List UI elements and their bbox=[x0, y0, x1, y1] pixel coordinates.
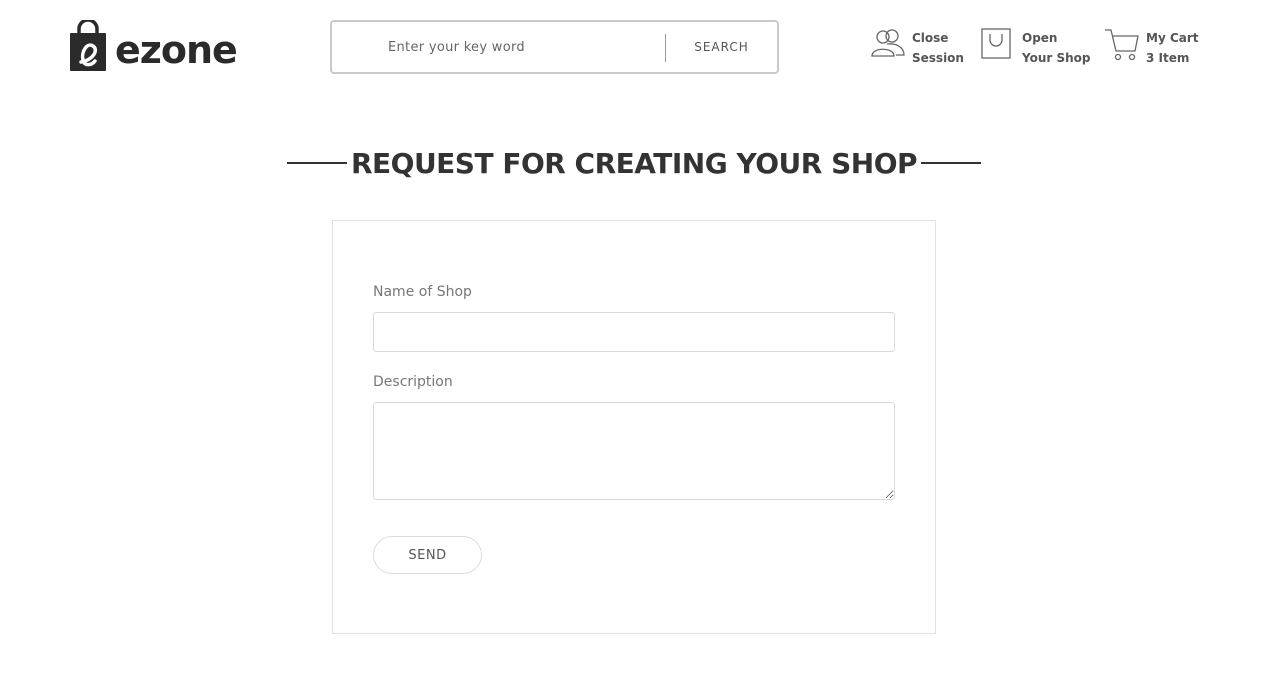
page-title-section: REQUEST FOR CREATING YOUR SHOP bbox=[287, 140, 981, 186]
shop-name-field[interactable] bbox=[373, 312, 895, 352]
open-shop-line2: Your Shop bbox=[1022, 51, 1091, 65]
search-button[interactable]: SEARCH bbox=[668, 24, 775, 70]
close-session-line1: Close bbox=[912, 31, 949, 45]
description-field[interactable] bbox=[373, 402, 895, 500]
page-title: REQUEST FOR CREATING YOUR SHOP bbox=[350, 146, 918, 180]
title-divider-right bbox=[921, 162, 981, 164]
open-shop-link[interactable]: Open Your Shop bbox=[980, 26, 1091, 68]
users-icon bbox=[871, 29, 905, 57]
close-session-link[interactable]: Close Session bbox=[870, 26, 964, 68]
brand-name: ezone bbox=[115, 28, 238, 72]
cart-icon bbox=[1105, 29, 1139, 61]
title-divider-left bbox=[287, 162, 347, 164]
description-label: Description bbox=[373, 374, 453, 390]
my-cart-count: 3 Item bbox=[1146, 51, 1190, 65]
my-cart-line1: My Cart bbox=[1146, 31, 1199, 45]
shop-name-label: Name of Shop bbox=[373, 284, 472, 300]
search-bar: SEARCH bbox=[330, 20, 779, 74]
create-shop-form: Name of Shop Description SEND bbox=[332, 220, 936, 634]
shopping-bag-logo-icon bbox=[70, 20, 106, 71]
my-cart-link[interactable]: My Cart 3 Item bbox=[1104, 26, 1199, 68]
search-divider bbox=[665, 34, 666, 62]
send-button[interactable]: SEND bbox=[373, 536, 482, 574]
shopping-bag-icon bbox=[981, 28, 1011, 59]
search-input[interactable] bbox=[334, 24, 664, 70]
open-shop-line1: Open bbox=[1022, 31, 1058, 45]
close-session-line2: Session bbox=[912, 51, 964, 65]
